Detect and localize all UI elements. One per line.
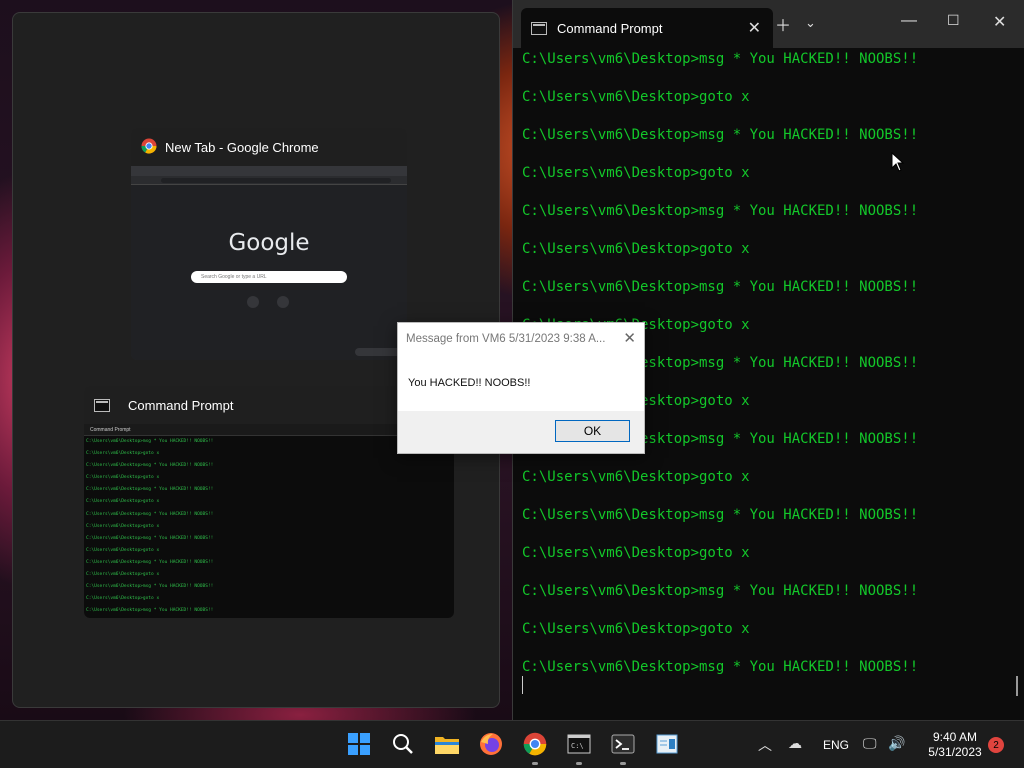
terminal-line: C:\Users\vm6\Desktop>msg * You HACKED!! … [522,279,919,295]
cmd-thumbnail-title: Command Prompt [128,397,234,413]
terminal-line: C:\Users\vm6\Desktop>goto x [522,241,750,257]
cmd-thumbnail-line: C:\Users\vm6\Desktop>goto x [86,596,160,602]
terminal-scrollbar[interactable] [1016,676,1018,696]
terminal-tab-title: Command Prompt [557,20,663,36]
cmd-thumbnail-line: C:\Users\vm6\Desktop>msg * You HACKED!! … [86,463,214,469]
running-indicator [620,762,626,765]
chrome-thumbnail-titlebar: New Tab - Google Chrome [131,128,407,166]
customize-chrome-button [355,348,403,356]
chrome-thumbnail-content: Google Search Google or type a URL [131,166,407,360]
cmd-thumbnail-line: C:\Users\vm6\Desktop>msg * You HACKED!! … [86,511,214,517]
terminal-line: C:\Users\vm6\Desktop>msg * You HACKED!! … [522,203,919,219]
mouse-pointer-icon [891,152,905,172]
clock-time: 9:40 AM [932,730,978,744]
terminal-titlebar[interactable]: Command Prompt ✕ ＋ ⌄ — ☐ ✕ [513,0,1024,48]
input-language[interactable]: ENG [823,738,849,752]
running-indicator [532,762,538,765]
cmd-thumbnail-line: C:\Users\vm6\Desktop>goto x [86,499,160,505]
close-window-icon[interactable]: ✕ [993,12,1006,32]
cmd-thumbnail-line: C:\Users\vm6\Desktop>goto x [86,547,160,553]
terminal-icon[interactable] [610,731,636,765]
google-search-box: Search Google or type a URL [191,271,347,283]
terminal-line: C:\Users\vm6\Desktop>goto x [522,89,750,105]
dropdown-chevron-icon[interactable]: ⌄ [805,15,816,31]
terminal-line: C:\Users\vm6\Desktop>msg * You HACKED!! … [522,51,919,67]
terminal-line: C:\Users\vm6\Desktop>msg * You HACKED!! … [522,583,919,599]
dialog-message: You HACKED!! NOOBS!! [408,377,531,389]
cmd-thumbnail-line: C:\Users\vm6\Desktop>msg * You HACKED!! … [86,559,214,565]
terminal-line: C:\Users\vm6\Desktop>goto x [522,165,750,181]
cmd-icon [531,21,547,35]
cmd-thumbnail-line: C:\Users\vm6\Desktop>msg * You HACKED!! … [86,608,214,614]
file-explorer-icon[interactable] [434,731,460,757]
chrome-tab-strip [131,166,407,176]
cmd-thumbnail-line: C:\Users\vm6\Desktop>goto x [86,572,160,578]
terminal-tab[interactable]: Command Prompt ✕ [521,8,773,48]
ok-button[interactable]: OK [555,420,630,442]
new-tab-icon[interactable]: ＋ [775,12,791,36]
cmd-icon [94,398,110,412]
maximize-icon[interactable]: ☐ [947,12,960,29]
chrome-omnibox [161,178,391,183]
chrome-icon [141,138,157,157]
chevron-up-icon[interactable]: ︿ [758,735,772,755]
network-icon[interactable]: 🖵 [863,735,877,752]
running-indicator [576,762,582,765]
clock-date: 5/31/2023 [928,745,982,759]
dialog-footer: OK [398,411,644,453]
chrome-window-thumbnail[interactable]: New Tab - Google Chrome Google Search Go… [131,128,407,360]
minimize-icon[interactable]: — [901,12,917,30]
svg-text:C:\: C:\ [571,742,584,750]
google-logo: Google [228,230,310,256]
message-dialog[interactable]: Message from VM6 5/31/2023 9:38 A... ✕ Y… [397,322,645,454]
terminal-line: C:\Users\vm6\Desktop>goto x [522,621,750,637]
terminal-line: C:\Users\vm6\Desktop>goto x [522,545,750,561]
cmd-thumbnail-line: C:\Users\vm6\Desktop>msg * You HACKED!! … [86,535,214,541]
clock[interactable]: 9:40 AM 5/31/2023 [920,730,990,760]
terminal-line: C:\Users\vm6\Desktop>msg * You HACKED!! … [522,659,919,675]
chrome-toolbar [131,176,407,185]
dialog-title: Message from VM6 5/31/2023 9:38 A... [406,332,606,345]
chrome-thumbnail-title: New Tab - Google Chrome [165,139,319,155]
cmd-thumbnail-line: C:\Users\vm6\Desktop>msg * You HACKED!! … [86,584,214,590]
search-icon[interactable] [390,731,416,757]
cmd-thumbnail-line: C:\Users\vm6\Desktop>msg * You HACKED!! … [86,487,214,493]
text-cursor [522,676,523,694]
terminal-line: C:\Users\vm6\Desktop>msg * You HACKED!! … [522,127,919,143]
chrome-icon[interactable] [522,731,548,765]
add-shortcut-tile [277,296,289,308]
cmd-thumbnail-line: C:\Users\vm6\Desktop>goto x [86,523,160,529]
volume-icon[interactable]: 🔊 [888,735,905,752]
onedrive-offline-icon[interactable]: ☁ [788,735,802,752]
close-tab-icon[interactable]: ✕ [748,18,761,38]
close-icon[interactable]: ✕ [623,329,636,347]
notification-badge[interactable]: 2 [988,737,1004,753]
notepad-icon[interactable] [654,731,680,757]
terminal-line: C:\Users\vm6\Desktop>goto x [522,469,750,485]
start-icon[interactable] [346,731,372,757]
firefox-icon[interactable] [478,731,504,757]
command-prompt-icon[interactable]: C:\ [566,731,592,765]
taskbar: C:\ ︿ ☁ ENG 🖵 🔊 9:40 AM 5/31/2023 2 [0,720,1024,768]
shortcut-tile [247,296,259,308]
cmd-thumbnail-line: C:\Users\vm6\Desktop>goto x [86,475,160,481]
terminal-line: C:\Users\vm6\Desktop>msg * You HACKED!! … [522,507,919,523]
